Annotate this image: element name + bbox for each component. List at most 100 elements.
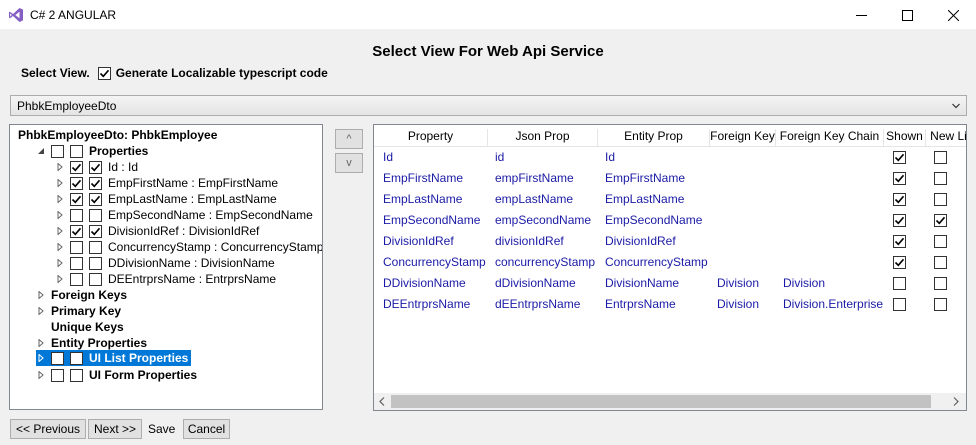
expand-icon[interactable] [36, 354, 45, 363]
ui-form-checkbox[interactable] [51, 368, 64, 382]
property-checkbox-2[interactable] [89, 272, 102, 286]
cell-entity[interactable]: EmpSecondName [605, 213, 702, 227]
column-header[interactable]: Entity Prop [598, 129, 710, 147]
column-header[interactable]: Property [374, 129, 488, 147]
property-checkbox[interactable] [70, 256, 83, 270]
cell-entity[interactable]: Id [605, 150, 615, 164]
tree-node-property[interactable]: Id : Id [55, 159, 138, 175]
expand-icon[interactable] [55, 179, 64, 188]
column-header[interactable]: Shown [884, 129, 926, 147]
properties-checkbox-2[interactable] [70, 144, 83, 158]
cell-property[interactable]: ConcurrencyStamp [383, 255, 486, 269]
cell-json[interactable]: divisionIdRef [495, 234, 564, 248]
new-line-checkbox[interactable] [934, 172, 947, 185]
cell-fkchain[interactable]: Division.Enterprise [783, 297, 883, 311]
tree-node-property[interactable]: DEEntrprsName : EntrprsName [55, 271, 276, 287]
property-checkbox[interactable] [70, 272, 83, 286]
column-header[interactable]: Json Prop [488, 129, 598, 147]
expand-icon[interactable] [55, 163, 64, 172]
new-line-checkbox[interactable] [934, 235, 947, 248]
scroll-left-icon[interactable] [378, 397, 386, 406]
cell-property[interactable]: EmpLastName [383, 192, 462, 206]
expand-icon[interactable] [36, 371, 45, 380]
cell-fkchain[interactable]: Division [783, 276, 825, 290]
expand-icon[interactable] [55, 227, 64, 236]
view-combobox[interactable]: PhbkEmployeeDto [10, 95, 967, 116]
cell-property[interactable]: DivisionIdRef [383, 234, 454, 248]
expand-icon[interactable] [55, 243, 64, 252]
ui-list-checkbox[interactable] [51, 351, 64, 365]
expand-icon[interactable] [55, 211, 64, 220]
cell-json[interactable]: dEEntrprsName [495, 297, 580, 311]
shown-checkbox[interactable] [893, 172, 906, 185]
tree-node-property[interactable]: DivisionIdRef : DivisionIdRef [55, 223, 259, 239]
cell-json[interactable]: id [495, 150, 504, 164]
tree-node-property[interactable]: DDivisionName : DivisionName [55, 255, 275, 271]
expand-icon[interactable] [55, 275, 64, 284]
expand-icon[interactable] [36, 339, 45, 348]
cell-fk[interactable]: Division [717, 276, 759, 290]
shown-checkbox[interactable] [893, 151, 906, 164]
localizable-checkbox[interactable] [97, 66, 111, 80]
property-checkbox-2[interactable] [89, 208, 102, 222]
tree-node-unique-keys[interactable]: Unique Keys [51, 319, 124, 335]
shown-checkbox[interactable] [893, 214, 906, 227]
property-checkbox[interactable] [70, 240, 83, 254]
property-checkbox-2[interactable] [89, 224, 102, 238]
cell-entity[interactable]: ConcurrencyStamp [605, 255, 708, 269]
shown-checkbox[interactable] [893, 298, 906, 311]
cell-property[interactable]: EmpSecondName [383, 213, 480, 227]
expand-icon[interactable] [36, 291, 45, 300]
expand-icon[interactable] [55, 259, 64, 268]
property-checkbox-2[interactable] [89, 176, 102, 190]
expand-icon[interactable] [55, 195, 64, 204]
previous-button[interactable]: << Previous [10, 419, 86, 439]
property-checkbox-2[interactable] [89, 192, 102, 206]
new-line-checkbox[interactable] [934, 214, 947, 227]
property-checkbox[interactable] [70, 192, 83, 206]
collapse-icon[interactable] [36, 147, 45, 156]
ui-list-checkbox-2[interactable] [70, 351, 83, 365]
maximize-button[interactable] [884, 0, 930, 30]
tree-node-foreign-keys[interactable]: Foreign Keys [36, 287, 127, 303]
cell-entity[interactable]: DivisionIdRef [605, 234, 676, 248]
cell-entity[interactable]: DivisionName [605, 276, 679, 290]
property-checkbox-2[interactable] [89, 240, 102, 254]
tree-node-primary-key[interactable]: Primary Key [36, 303, 121, 319]
new-line-checkbox[interactable] [934, 298, 947, 311]
cell-entity[interactable]: EmpFirstName [605, 171, 685, 185]
minimize-button[interactable] [838, 0, 884, 30]
properties-checkbox[interactable] [51, 144, 64, 158]
tree-node-properties[interactable]: Properties [36, 143, 148, 159]
scroll-right-icon[interactable] [952, 397, 960, 406]
new-line-checkbox[interactable] [934, 151, 947, 164]
cell-json[interactable]: empLastName [495, 192, 573, 206]
cell-json[interactable]: empSecondName [495, 213, 591, 227]
cell-json[interactable]: concurrencyStamp [495, 255, 595, 269]
cancel-button[interactable]: Cancel [183, 419, 230, 439]
tree-node-ui-form-properties[interactable]: UI Form Properties [36, 367, 197, 383]
cell-json[interactable]: dDivisionName [495, 276, 576, 290]
cell-property[interactable]: DDivisionName [383, 276, 466, 290]
horizontal-scrollbar[interactable] [374, 393, 966, 410]
shown-checkbox[interactable] [893, 193, 906, 206]
tree-node-property[interactable]: EmpSecondName : EmpSecondName [55, 207, 313, 223]
next-button[interactable]: Next >> [88, 419, 142, 439]
column-header[interactable]: Foreign Key Chain [776, 129, 884, 147]
expand-icon[interactable] [36, 307, 45, 316]
tree-node-property[interactable]: EmpFirstName : EmpFirstName [55, 175, 278, 191]
cell-property[interactable]: Id [383, 150, 393, 164]
cell-property[interactable]: DEEntrprsName [383, 297, 470, 311]
tree-node-ui-list-properties[interactable]: UI List Properties [36, 350, 191, 366]
tree-node-property[interactable]: ConcurrencyStamp : ConcurrencyStamp [55, 239, 322, 255]
shown-checkbox[interactable] [893, 256, 906, 269]
column-header[interactable]: New Lir [926, 129, 966, 147]
save-button[interactable]: Save [148, 422, 175, 436]
cell-entity[interactable]: EmpLastName [605, 192, 684, 206]
tree-node-entity-properties[interactable]: Entity Properties [36, 335, 147, 351]
scrollbar-thumb[interactable] [391, 395, 931, 408]
tree-node-property[interactable]: EmpLastName : EmpLastName [55, 191, 277, 207]
property-checkbox[interactable] [70, 208, 83, 222]
shown-checkbox[interactable] [893, 277, 906, 290]
cell-property[interactable]: EmpFirstName [383, 171, 463, 185]
